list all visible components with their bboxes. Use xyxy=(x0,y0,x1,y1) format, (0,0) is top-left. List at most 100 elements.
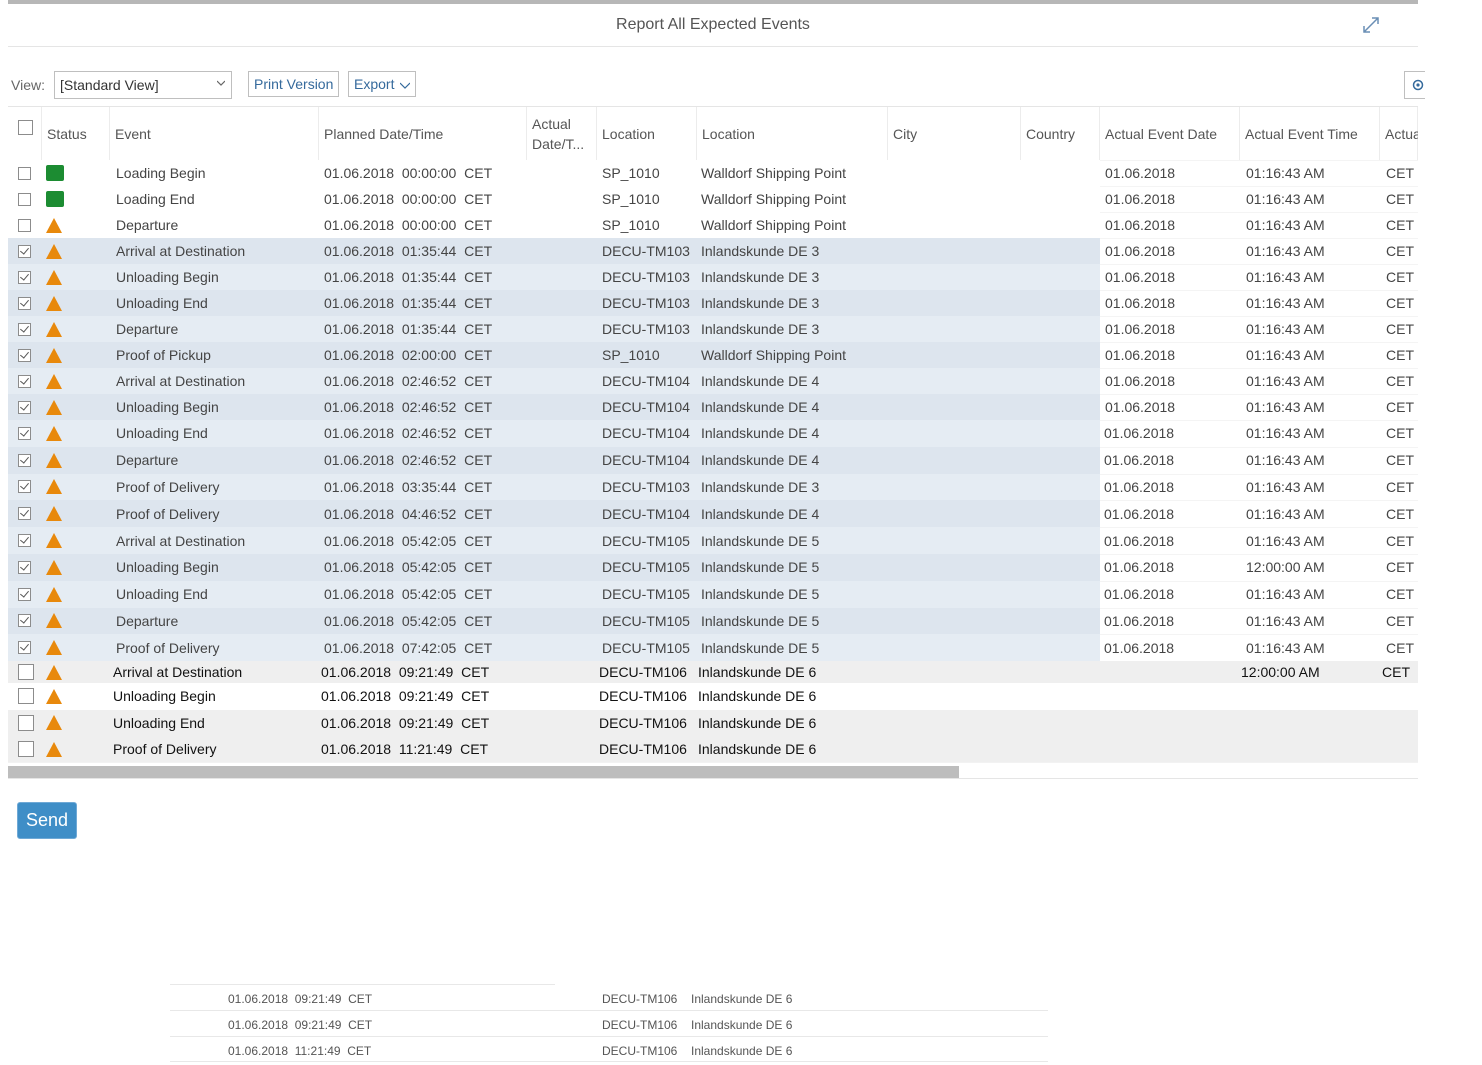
table-row[interactable]: Proof of Delivery 01.06.2018 11:21:49 CET… xyxy=(8,736,1418,764)
column-header-actual-event-time[interactable]: Actual Event Time xyxy=(1240,107,1380,161)
table-row[interactable]: Unloading End 01.06.2018 05:42:05 CET DECU… xyxy=(8,580,1418,609)
column-header-country[interactable]: Country xyxy=(1021,107,1100,161)
row-checkbox[interactable] xyxy=(18,400,31,414)
column-header-actual-event-date[interactable]: Actual Event Date xyxy=(1100,107,1240,161)
event-name: Unloading End xyxy=(113,714,205,731)
scrollbar-thumb[interactable] xyxy=(8,766,959,778)
actual-event-time: 01:16:43 AM xyxy=(1246,639,1325,656)
column-header-actual-datetime[interactable]: Actual Date/T... xyxy=(527,107,597,161)
row-checkbox[interactable] xyxy=(18,348,31,362)
actual-event-time: 01:16:43 AM xyxy=(1246,452,1325,469)
row-checkbox-cell xyxy=(18,554,31,581)
row-checkbox[interactable] xyxy=(18,374,31,388)
row-checkbox[interactable] xyxy=(18,688,34,705)
location-id: DECU-TM106 xyxy=(599,688,687,705)
send-button[interactable]: Send xyxy=(17,802,77,839)
select-all-checkbox[interactable] xyxy=(18,119,33,135)
row-checkbox[interactable] xyxy=(18,322,31,336)
print-version-button[interactable]: Print Version xyxy=(248,71,339,97)
actual-event-time: 12:00:00 AM xyxy=(1241,664,1320,681)
export-button[interactable]: Export xyxy=(348,71,416,97)
location-id: DECU-TM105 xyxy=(602,612,690,629)
snippet-planned-datetime: 01.06.2018 09:21:49 CET xyxy=(228,992,373,1006)
column-header-location-id[interactable]: Location xyxy=(597,107,697,161)
horizontal-scrollbar[interactable] xyxy=(8,766,1418,779)
event-name: Departure xyxy=(116,217,179,233)
column-header-actual-timezone[interactable]: Actua xyxy=(1380,107,1418,161)
planned-datetime: 01.06.2018 02:00:00 CET xyxy=(324,347,493,363)
actual-event-timezone: CET xyxy=(1386,399,1414,415)
table-row[interactable]: Unloading Begin 01.06.2018 09:21:49 CET DE… xyxy=(8,683,1418,711)
row-checkbox[interactable] xyxy=(18,534,31,548)
table-row[interactable]: Unloading End 01.06.2018 01:35:44 CET DECU… xyxy=(8,290,1418,317)
location-name: Inlandskunde DE 3 xyxy=(701,321,820,337)
row-checkbox-cell xyxy=(18,316,31,342)
table-row[interactable]: Departure 01.06.2018 02:46:52 CET DECU-TM1… xyxy=(8,446,1418,475)
planned-datetime: 01.06.2018 00:00:00 CET xyxy=(324,165,493,181)
column-header-planned-datetime[interactable]: Planned Date/Time xyxy=(319,107,527,161)
actual-event-time: 01:16:43 AM xyxy=(1246,425,1325,442)
snippet-location-name: Inlandskunde DE 6 xyxy=(691,992,793,1006)
row-checkbox[interactable] xyxy=(18,244,31,258)
row-checkbox[interactable] xyxy=(18,166,31,180)
warning-triangle-icon xyxy=(46,425,62,441)
column-header-location-name[interactable]: Location xyxy=(697,107,888,161)
settings-icon[interactable] xyxy=(1404,71,1425,99)
table-row[interactable]: Unloading Begin 01.06.2018 05:42:05 CET DE… xyxy=(8,554,1418,582)
row-checkbox[interactable] xyxy=(18,641,31,655)
table-row[interactable]: Proof of Delivery 01.06.2018 04:46:52 CET… xyxy=(8,500,1418,529)
row-checkbox[interactable] xyxy=(18,587,31,601)
table-row[interactable]: Unloading Begin 01.06.2018 01:35:44 CET DE… xyxy=(8,264,1418,291)
table-row[interactable]: Arrival at Destination 01.06.2018 01:35:4… xyxy=(8,238,1418,265)
table-row[interactable]: Loading End 01.06.2018 00:00:00 CET SP_101… xyxy=(8,186,1418,213)
table-row[interactable]: Arrival at Destination 01.06.2018 02:46:5… xyxy=(8,368,1418,395)
event-name: Arrival at Destination xyxy=(113,664,243,681)
table-row[interactable]: Unloading Begin 01.06.2018 02:46:52 CET DE… xyxy=(8,394,1418,421)
column-header-status[interactable]: Status xyxy=(42,107,110,161)
table-row[interactable]: Departure 01.06.2018 01:35:44 CET DECU-TM1… xyxy=(8,316,1418,343)
snippet-planned-datetime: 01.06.2018 11:21:49 CET xyxy=(228,1044,372,1058)
actual-event-time: 12:00:00 AM xyxy=(1246,559,1325,576)
table-row[interactable]: Proof of Delivery 01.06.2018 07:42:05 CET… xyxy=(8,634,1418,663)
location-name: Walldorf Shipping Point xyxy=(701,191,847,207)
location-name: Inlandskunde DE 5 xyxy=(701,639,820,656)
actual-event-timezone: CET xyxy=(1386,532,1414,549)
table-row[interactable]: Proof of Pickup 01.06.2018 02:00:00 CET SP… xyxy=(8,342,1418,369)
status-cell xyxy=(46,160,64,186)
table-row[interactable]: Unloading End 01.06.2018 09:21:49 CET DECU… xyxy=(8,709,1418,737)
row-checkbox[interactable] xyxy=(18,741,34,758)
table-row[interactable]: Departure 01.06.2018 05:42:05 CET DECU-TM1… xyxy=(8,607,1418,636)
table-row[interactable]: Arrival at Destination 01.06.2018 09:21:4… xyxy=(8,661,1418,685)
table-row[interactable]: Proof of Delivery 01.06.2018 03:35:44 CET… xyxy=(8,473,1418,502)
table-row[interactable]: Loading Begin 01.06.2018 00:00:00 CET SP_1… xyxy=(8,160,1418,187)
row-checkbox[interactable] xyxy=(18,296,31,310)
snippet-planned-datetime: 01.06.2018 09:21:49 CET xyxy=(228,1018,373,1032)
row-checkbox-cell xyxy=(18,394,31,420)
row-checkbox[interactable] xyxy=(18,453,31,467)
row-checkbox[interactable] xyxy=(18,714,34,731)
column-header-event[interactable]: Event xyxy=(110,107,319,161)
table-row[interactable]: Unloading End 01.06.2018 02:46:52 CET DECU… xyxy=(8,420,1418,448)
row-checkbox[interactable] xyxy=(18,218,31,232)
location-name: Inlandskunde DE 3 xyxy=(701,269,820,285)
row-checkbox[interactable] xyxy=(18,270,31,284)
row-checkbox[interactable] xyxy=(18,426,31,440)
row-checkbox[interactable] xyxy=(18,560,31,574)
row-checkbox-cell xyxy=(18,420,31,447)
column-header-city[interactable]: City xyxy=(888,107,1021,161)
row-checkbox[interactable] xyxy=(18,507,31,521)
snippet-location-id: DECU-TM106 xyxy=(602,1044,678,1058)
view-select[interactable]: [Standard View] xyxy=(54,71,232,99)
location-name: Inlandskunde DE 5 xyxy=(701,586,820,603)
actual-event-timezone: CET xyxy=(1382,664,1410,681)
actual-event-date: 01.06.2018 xyxy=(1105,217,1176,233)
table-row[interactable]: Arrival at Destination 01.06.2018 05:42:0… xyxy=(8,527,1418,555)
row-checkbox[interactable] xyxy=(18,664,34,681)
row-checkbox[interactable] xyxy=(18,480,31,494)
expand-icon[interactable] xyxy=(1362,16,1380,34)
row-checkbox-cell xyxy=(18,212,31,238)
table-row[interactable]: Departure 01.06.2018 00:00:00 CET SP_1010 W… xyxy=(8,212,1418,239)
planned-datetime: 01.06.2018 00:00:00 CET xyxy=(324,217,493,233)
row-checkbox[interactable] xyxy=(18,192,31,206)
row-checkbox[interactable] xyxy=(18,614,31,628)
